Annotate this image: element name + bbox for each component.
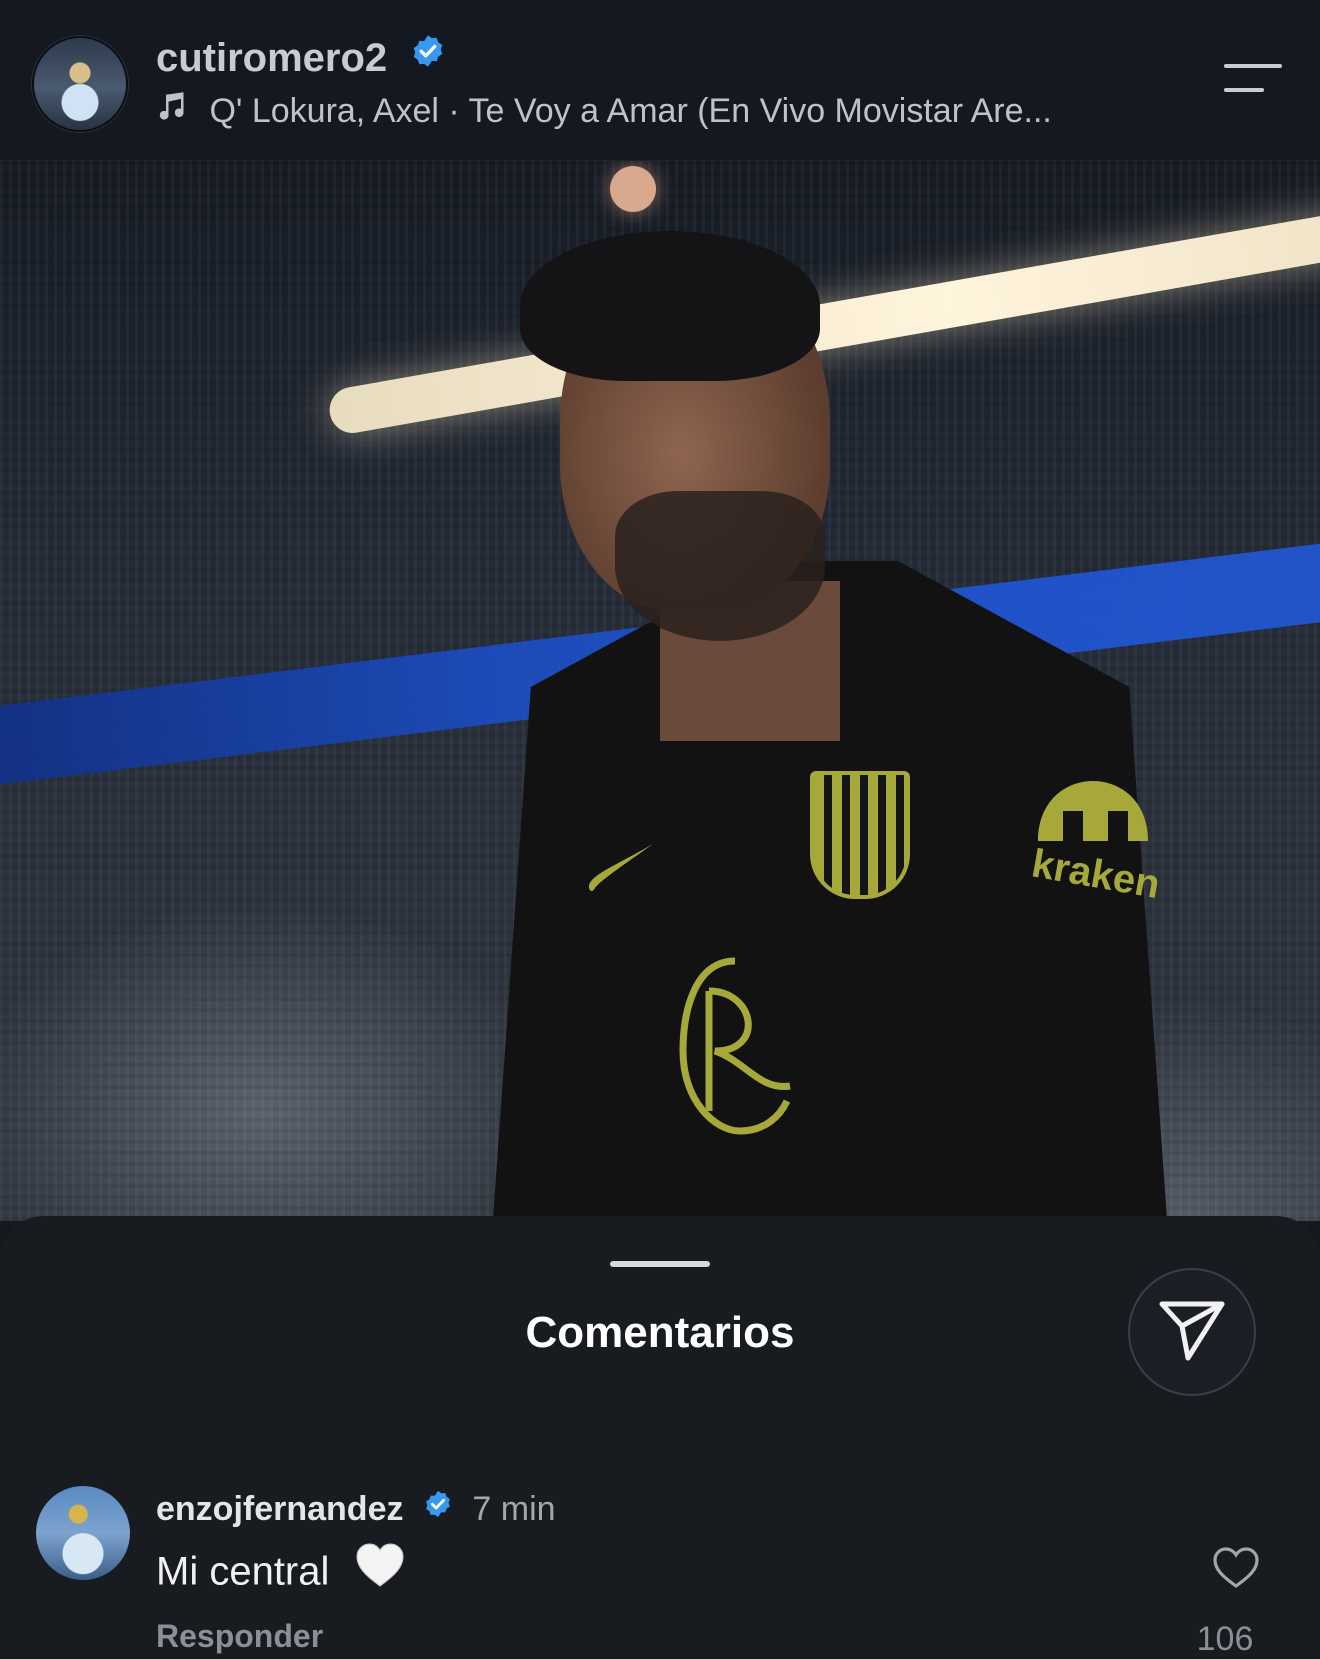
comment-time: 7 min: [472, 1490, 556, 1528]
comments-sheet: Comentarios enzojfernandez 7 min Mi cent…: [0, 1216, 1320, 1658]
reply-button[interactable]: Responder: [156, 1618, 323, 1655]
music-track-label[interactable]: Q' Lokura, Axel · Te Voy a Amar (En Vivo…: [209, 92, 1051, 130]
post-username[interactable]: cutiromero2: [156, 33, 446, 83]
username-text[interactable]: cutiromero2: [156, 36, 387, 80]
profile-avatar[interactable]: [32, 36, 128, 132]
white-heart-emoji-icon: [355, 1542, 405, 1598]
player-hair: [520, 231, 820, 381]
kraken-text: kraken: [1028, 841, 1158, 907]
comment-header: enzojfernandez 7 min: [156, 1490, 556, 1531]
sheet-drag-handle[interactable]: [610, 1261, 710, 1267]
like-heart-icon[interactable]: [1212, 1546, 1260, 1595]
post-header: cutiromero2 Q' Lokura, Axel · Te Voy a A…: [0, 0, 1320, 161]
sheet-title: Comentarios: [525, 1308, 795, 1357]
verified-badge-icon: [423, 1489, 453, 1528]
swoosh-logo-icon: [585, 836, 655, 901]
club-crest: [810, 771, 910, 899]
post-photo[interactable]: kraken: [0, 161, 1320, 1221]
share-button[interactable]: [1128, 1268, 1256, 1396]
music-note-icon: [156, 91, 186, 130]
verified-badge-icon: [410, 33, 446, 79]
sponsor-r-logo-icon: [675, 951, 795, 1146]
commenter-username[interactable]: enzojfernandez: [156, 1490, 403, 1528]
comment-text: Mi central: [156, 1543, 405, 1602]
music-track[interactable]: Q' Lokura, Axel · Te Voy a Amar (En Vivo…: [156, 91, 1052, 133]
comment-item: enzojfernandez 7 min Mi central Responde…: [0, 1486, 1320, 1658]
comment-text-content: Mi central: [156, 1549, 330, 1594]
stadium-light: [610, 166, 656, 212]
commenter-avatar[interactable]: [36, 1486, 130, 1580]
like-count: 106: [1196, 1620, 1254, 1658]
menu-icon[interactable]: [1222, 62, 1284, 101]
kraken-sponsor-logo-icon: kraken: [1028, 721, 1163, 926]
send-icon: [1158, 1298, 1226, 1367]
player-beard: [615, 491, 825, 641]
